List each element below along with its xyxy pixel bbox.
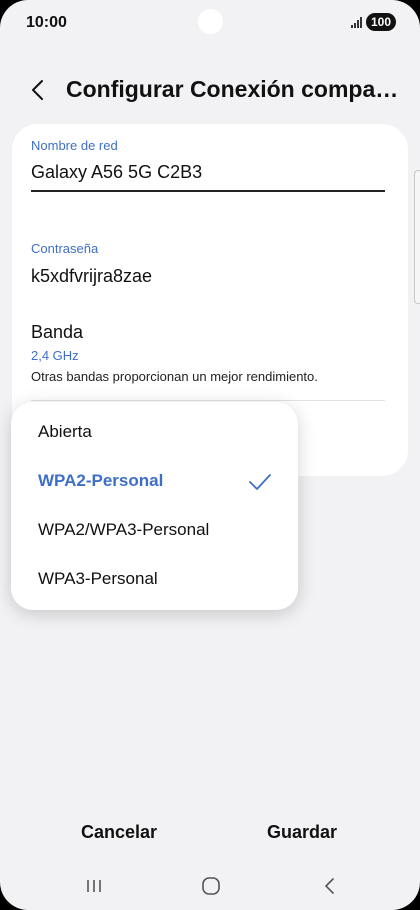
- navigation-bar: [0, 862, 420, 910]
- dropdown-item-label: WPA3-Personal: [38, 569, 158, 588]
- recent-apps-icon: [87, 880, 101, 892]
- cancel-button[interactable]: Cancelar: [60, 816, 178, 848]
- dropdown-item-wpa3-personal[interactable]: WPA3-Personal: [11, 555, 298, 604]
- status-time: 10:00: [26, 14, 67, 31]
- battery-badge: 100: [365, 13, 396, 31]
- back-icon: [325, 878, 334, 894]
- camera-cutout: [198, 9, 223, 34]
- nav-back-button[interactable]: [311, 872, 347, 900]
- header: Configurar Conexión compartida: [0, 60, 420, 120]
- band-value: 2,4 GHz: [31, 348, 79, 363]
- band-title[interactable]: Banda: [31, 322, 83, 343]
- scrollbar[interactable]: [414, 170, 420, 304]
- back-button[interactable]: [22, 74, 54, 106]
- network-name-underline: [31, 190, 385, 192]
- page-title: Configurar Conexión compartida: [66, 76, 406, 102]
- password-label: Contraseña: [31, 241, 99, 256]
- dropdown-item-label: WPA2/WPA3-Personal: [38, 520, 210, 539]
- status-icons: 100: [350, 13, 396, 31]
- status-bar: 10:00 100: [0, 0, 420, 46]
- save-button[interactable]: Guardar: [244, 816, 360, 848]
- password-input[interactable]: k5xdfvrijra8zae: [31, 266, 381, 287]
- network-name-input[interactable]: Galaxy A56 5G C2B3: [31, 162, 381, 183]
- dropdown-item-wpa2-personal[interactable]: WPA2-Personal: [11, 457, 298, 506]
- network-name-label: Nombre de red: [31, 138, 118, 153]
- signal-icon: [350, 16, 362, 28]
- dropdown-item-label: WPA2-Personal: [38, 471, 164, 490]
- band-description: Otras bandas proporcionan un mejor rendi…: [31, 369, 318, 384]
- dropdown-item-wpa2-wpa3-personal[interactable]: WPA2/WPA3-Personal: [11, 506, 298, 555]
- home-icon: [202, 877, 220, 895]
- recent-apps-button[interactable]: [76, 872, 112, 900]
- chevron-left-icon: [32, 80, 43, 100]
- screen: 10:00 100 Configurar Conexión compartida…: [0, 0, 420, 910]
- check-icon: [249, 474, 271, 490]
- dropdown-item-label: Abierta: [38, 422, 92, 441]
- divider: [31, 400, 385, 401]
- dropdown-item-abierta[interactable]: Abierta: [11, 408, 298, 457]
- home-button[interactable]: [193, 872, 229, 900]
- security-dropdown: Abierta WPA2-Personal WPA2/WPA3-Personal…: [11, 402, 298, 610]
